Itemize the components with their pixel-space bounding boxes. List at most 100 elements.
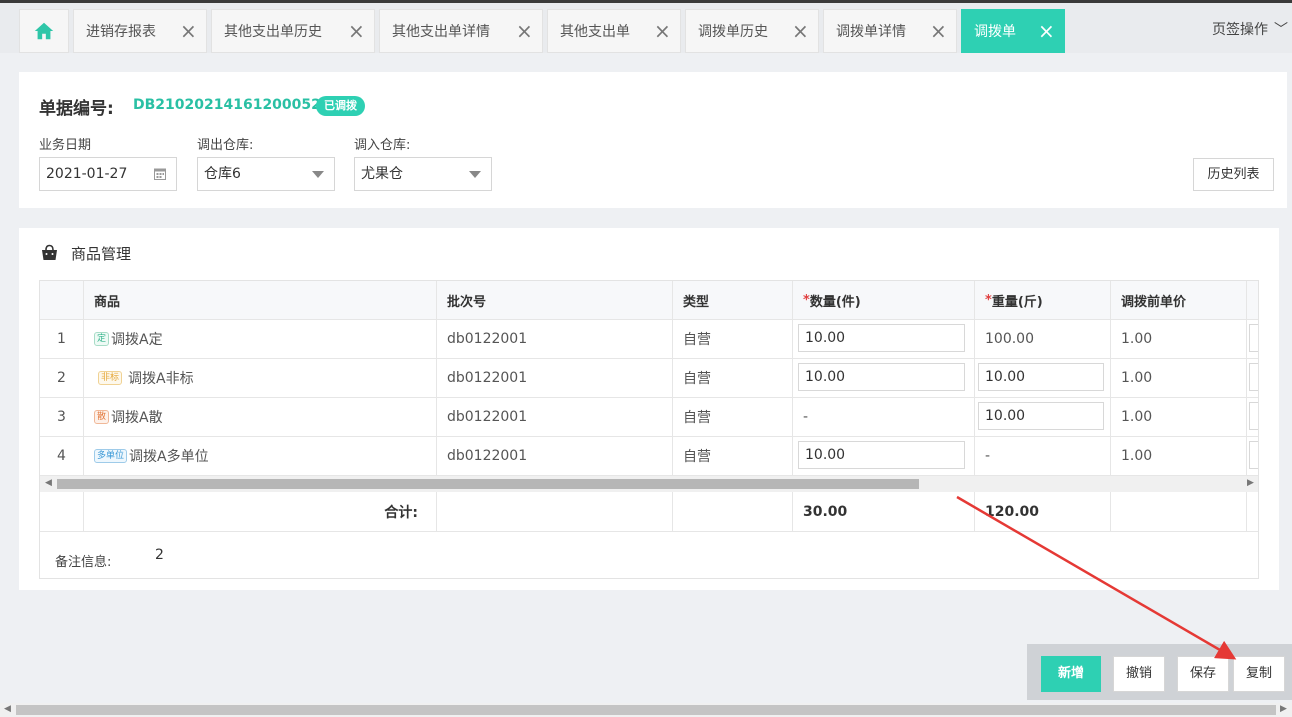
tab-label: 调拨单 bbox=[974, 24, 1016, 40]
more-input[interactable] bbox=[1249, 402, 1258, 430]
weight-cell: - bbox=[975, 437, 1111, 475]
new-button[interactable]: 新增 bbox=[1041, 656, 1101, 692]
table-row[interactable]: 1 定调拨A定 db0122001 自营 10.00 100.00 1.00 bbox=[40, 320, 1258, 359]
shopping-basket-icon bbox=[42, 244, 57, 260]
history-list-button[interactable]: 历史列表 bbox=[1193, 158, 1274, 191]
weight-input[interactable]: 10.00 bbox=[978, 402, 1104, 430]
tab-other-expense-history[interactable]: 其他支出单历史 × bbox=[211, 9, 375, 53]
goods-table: 商品 批次号 类型 * 数量(件) * 重量(斤) 调拨前单价 1 定调拨A定 db… bbox=[39, 280, 1259, 579]
fixed-tag: 定 bbox=[94, 332, 110, 346]
home-icon bbox=[34, 22, 54, 40]
total-more-cell bbox=[1247, 492, 1258, 531]
table-row[interactable]: 2 非标 调拨A非标 db0122001 自营 10.00 10.00 1.00 bbox=[40, 359, 1258, 398]
tab-label: 调拨单历史 bbox=[698, 24, 768, 40]
date-field[interactable]: 2021-01-27 bbox=[39, 157, 177, 191]
quantity-cell: 10.00 bbox=[793, 437, 975, 475]
product-name: 调拨A散 bbox=[111, 410, 163, 426]
tab-label: 调拨单详情 bbox=[836, 24, 906, 40]
col-header-batch: 批次号 bbox=[437, 281, 673, 319]
col-header-quantity: * 数量(件) bbox=[793, 281, 975, 319]
quantity-input[interactable]: 10.00 bbox=[798, 363, 965, 391]
tab-bar: 进销存报表 × 其他支出单历史 × 其他支出单详情 × 其他支出单 × 调拨单历… bbox=[0, 3, 1292, 53]
in-warehouse-select[interactable]: 尤果仓 bbox=[354, 157, 492, 191]
page-horizontal-scrollbar[interactable]: ◀ ▶ bbox=[0, 703, 1292, 717]
goods-section-title: 商品管理 bbox=[71, 245, 132, 263]
more-input[interactable] bbox=[1249, 363, 1258, 391]
quantity-cell: 10.00 bbox=[793, 359, 975, 397]
out-warehouse-select[interactable]: 仓库6 bbox=[197, 157, 335, 191]
weight-input[interactable]: 10.00 bbox=[978, 363, 1104, 391]
bulk-tag: 散 bbox=[94, 410, 110, 424]
price-cell: 1.00 bbox=[1111, 320, 1247, 358]
tab-other-expense-detail[interactable]: 其他支出单详情 × bbox=[379, 9, 543, 53]
note-label: 备注信息: bbox=[55, 555, 112, 570]
price-cell: 1.00 bbox=[1111, 398, 1247, 436]
tab-ops-label: 页签操作 bbox=[1212, 22, 1268, 38]
scroll-left-arrow-icon[interactable]: ◀ bbox=[4, 704, 11, 714]
tab-operations[interactable]: 页签操作 ﹀ bbox=[1212, 19, 1292, 39]
in-warehouse-value: 尤果仓 bbox=[361, 166, 403, 182]
row-index: 4 bbox=[40, 437, 84, 475]
caret-down-icon bbox=[312, 171, 324, 178]
scroll-right-arrow-icon[interactable]: ▶ bbox=[1280, 704, 1287, 714]
col-header-weight-label: 重量(斤) bbox=[991, 294, 1043, 310]
tab-transfer-detail[interactable]: 调拨单详情 × bbox=[823, 9, 957, 53]
note-value: 2 bbox=[155, 547, 164, 563]
table-horizontal-scrollbar[interactable]: ◀ ▶ bbox=[40, 476, 1258, 492]
tab-transfer[interactable]: 调拨单 × bbox=[961, 9, 1065, 53]
type-cell: 自营 bbox=[673, 437, 793, 475]
quantity-input[interactable]: 10.00 bbox=[798, 324, 965, 352]
more-input[interactable] bbox=[1249, 324, 1258, 352]
table-row[interactable]: 3 散调拨A散 db0122001 自营 - 10.00 1.00 bbox=[40, 398, 1258, 437]
batch-cell: db0122001 bbox=[437, 437, 673, 475]
close-icon[interactable]: × bbox=[792, 20, 809, 42]
quantity-cell: 10.00 bbox=[793, 320, 975, 358]
row-index: 3 bbox=[40, 398, 84, 436]
tab-inventory-report[interactable]: 进销存报表 × bbox=[73, 9, 207, 53]
row-index: 1 bbox=[40, 320, 84, 358]
tab-label: 其他支出单历史 bbox=[224, 24, 322, 40]
close-icon[interactable]: × bbox=[1038, 20, 1055, 42]
quantity-input[interactable]: 10.00 bbox=[798, 441, 965, 469]
type-cell: 自营 bbox=[673, 398, 793, 436]
non-standard-tag: 非标 bbox=[98, 371, 123, 385]
total-quantity: 30.00 bbox=[793, 492, 975, 531]
total-label: 合计: bbox=[84, 492, 437, 531]
scroll-right-arrow-icon[interactable]: ▶ bbox=[1247, 478, 1254, 488]
tab-home[interactable] bbox=[19, 9, 69, 53]
close-icon[interactable]: × bbox=[180, 20, 197, 42]
copy-button[interactable]: 复制 bbox=[1233, 656, 1285, 692]
col-header-price: 调拨前单价 bbox=[1111, 281, 1247, 319]
caret-down-icon bbox=[469, 171, 481, 178]
tab-label: 其他支出单 bbox=[560, 24, 630, 40]
more-cell bbox=[1247, 320, 1258, 358]
col-header-weight: * 重量(斤) bbox=[975, 281, 1111, 319]
more-input[interactable] bbox=[1249, 441, 1258, 469]
col-header-product: 商品 bbox=[84, 281, 437, 319]
batch-cell: db0122001 bbox=[437, 398, 673, 436]
save-button[interactable]: 保存 bbox=[1177, 656, 1229, 692]
scroll-left-arrow-icon[interactable]: ◀ bbox=[45, 478, 52, 488]
tab-other-expense[interactable]: 其他支出单 × bbox=[547, 9, 681, 53]
close-icon[interactable]: × bbox=[516, 20, 533, 42]
revoke-button[interactable]: 撤销 bbox=[1113, 656, 1165, 692]
status-badge: 已调拨 bbox=[316, 96, 365, 116]
scroll-thumb[interactable] bbox=[57, 479, 919, 489]
tab-label: 进销存报表 bbox=[86, 24, 156, 40]
type-cell: 自营 bbox=[673, 359, 793, 397]
tab-transfer-history[interactable]: 调拨单历史 × bbox=[685, 9, 819, 53]
close-icon[interactable]: × bbox=[348, 20, 365, 42]
table-row[interactable]: 4 多单位 调拨A多单位 db0122001 自营 10.00 - 1.00 bbox=[40, 437, 1258, 476]
type-cell: 自营 bbox=[673, 320, 793, 358]
close-icon[interactable]: × bbox=[930, 20, 947, 42]
batch-cell: db0122001 bbox=[437, 320, 673, 358]
product-name: 调拨A非标 bbox=[128, 371, 194, 387]
required-mark: * bbox=[803, 292, 810, 308]
product-cell: 多单位 调拨A多单位 bbox=[84, 437, 437, 475]
page-scroll-thumb[interactable] bbox=[16, 705, 1276, 715]
close-icon[interactable]: × bbox=[654, 20, 671, 42]
document-header-card: 单据编号: DB210202141612000523 已调拨 业务日期 2021… bbox=[19, 72, 1287, 208]
quantity-cell: - bbox=[793, 398, 975, 436]
col-header-quantity-label: 数量(件) bbox=[809, 294, 861, 310]
multi-unit-tag: 多单位 bbox=[94, 449, 128, 463]
